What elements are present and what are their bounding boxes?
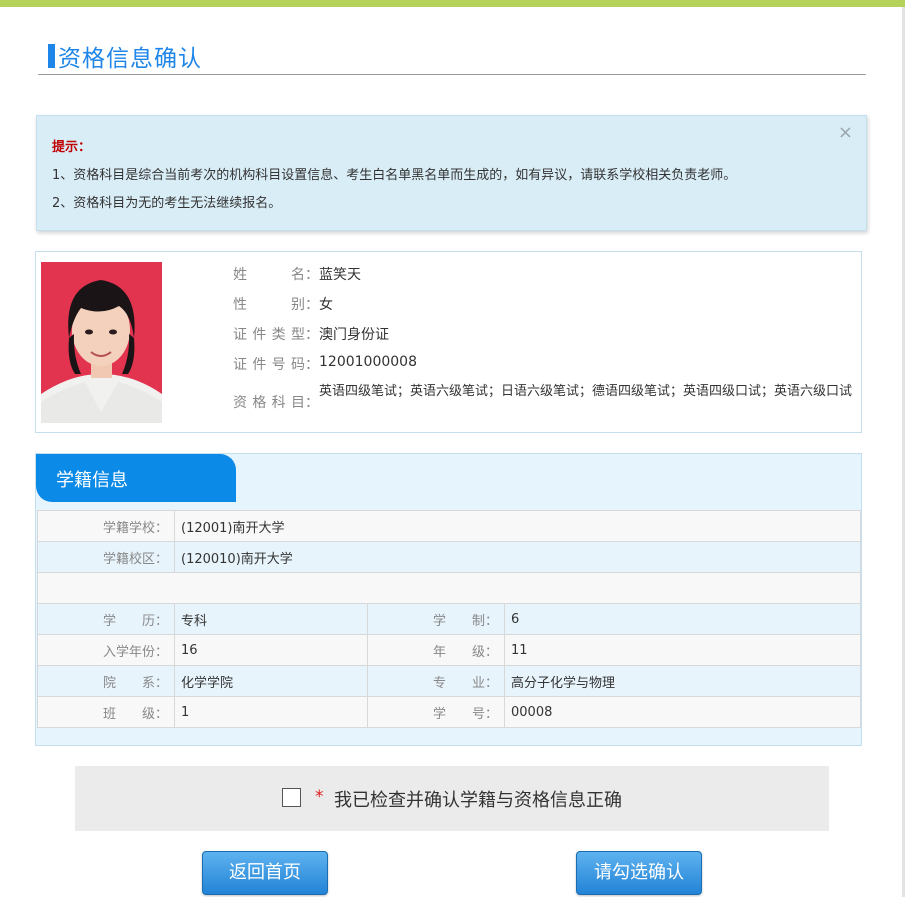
page-header: 资格信息确认 bbox=[38, 36, 866, 75]
department-label: 院 系： bbox=[37, 665, 175, 697]
confirm-button[interactable]: 请勾选确认 bbox=[576, 851, 702, 895]
id-number-label: 证件号码 bbox=[233, 357, 305, 373]
tip-alert: × 提示： 1、资格科目是综合当前考次的机构科目设置信息、考生白名单黑名单而生成… bbox=[36, 115, 867, 231]
portrait-image bbox=[41, 262, 162, 423]
confirm-checkbox[interactable] bbox=[282, 788, 301, 807]
table-row: 学籍学校： (12001)南开大学 bbox=[37, 510, 861, 542]
candidate-info-card: 姓名 ： 蓝笑天 性别 ： 女 证件类型 ： 澳门身份证 证件号码 ： 1200… bbox=[35, 251, 862, 433]
id-type-label: 证件类型 bbox=[233, 327, 305, 343]
gender-label: 性别 bbox=[233, 297, 305, 313]
enroll-year-label: 入学年份： bbox=[37, 634, 175, 666]
page-title: 资格信息确认 bbox=[58, 46, 202, 72]
table-row: 班 级： 1 学 号： 00008 bbox=[37, 696, 861, 728]
id-type-value: 澳门身份证 bbox=[319, 327, 389, 343]
name-value: 蓝笑天 bbox=[319, 267, 361, 283]
candidate-photo bbox=[41, 262, 162, 423]
table-row: 院 系： 化学学院 专 业： 高分子化学与物理 bbox=[37, 665, 861, 697]
table-row-empty bbox=[37, 572, 861, 604]
class-value: 1 bbox=[174, 696, 368, 728]
school-label: 学籍学校： bbox=[37, 510, 175, 542]
class-label: 班 级： bbox=[37, 696, 175, 728]
student-number-value: 00008 bbox=[504, 696, 861, 728]
student-number-label: 学 号： bbox=[367, 696, 505, 728]
tip-line: 2、资格科目为无的考生无法继续报名。 bbox=[52, 196, 282, 211]
duration-label: 学 制： bbox=[367, 603, 505, 635]
title-marker bbox=[48, 44, 55, 68]
school-value: (12001)南开大学 bbox=[174, 510, 861, 542]
top-accent-bar bbox=[0, 0, 905, 7]
id-number-value: 12001000008 bbox=[319, 354, 417, 370]
major-label: 专 业： bbox=[367, 665, 505, 697]
table-row: 入学年份： 16 年 级： 11 bbox=[37, 634, 861, 666]
subjects-value: 英语四级笔试；英语六级笔试；日语六级笔试；德语四级笔试；英语四级口试；英语六级口… bbox=[319, 384, 853, 399]
tip-title: 提示： bbox=[52, 140, 92, 155]
campus-value: (120010)南开大学 bbox=[174, 541, 861, 573]
subjects-label: 资格科目 bbox=[233, 395, 305, 411]
grade-value: 11 bbox=[504, 634, 861, 666]
confirm-text[interactable]: 我已检查并确认学籍与资格信息正确 bbox=[334, 786, 622, 812]
campus-label: 学籍校区： bbox=[37, 541, 175, 573]
duration-value: 6 bbox=[504, 603, 861, 635]
tip-line: 1、资格科目是综合当前考次的机构科目设置信息、考生白名单黑名单而生成的，如有异议… bbox=[52, 168, 737, 183]
education-label: 学 历： bbox=[37, 603, 175, 635]
school-info-panel: 学籍信息 学籍学校： (12001)南开大学 学籍校区： (120010)南开大… bbox=[35, 453, 862, 746]
confirm-section: * 我已检查并确认学籍与资格信息正确 bbox=[75, 766, 829, 831]
department-value: 化学学院 bbox=[174, 665, 368, 697]
grade-label: 年 级： bbox=[367, 634, 505, 666]
enroll-year-value: 16 bbox=[174, 634, 368, 666]
school-info-tab: 学籍信息 bbox=[36, 454, 236, 502]
school-info-tab-label: 学籍信息 bbox=[56, 470, 128, 491]
education-value: 专科 bbox=[174, 603, 368, 635]
table-row: 学籍校区： (120010)南开大学 bbox=[37, 541, 861, 573]
major-value: 高分子化学与物理 bbox=[504, 665, 861, 697]
gender-value: 女 bbox=[319, 297, 333, 313]
table-row: 学 历： 专科 学 制： 6 bbox=[37, 603, 861, 635]
close-icon[interactable]: × bbox=[838, 122, 853, 144]
back-home-button[interactable]: 返回首页 bbox=[202, 851, 328, 895]
required-star: * bbox=[315, 787, 324, 807]
school-info-table: 学籍学校： (12001)南开大学 学籍校区： (120010)南开大学 学 历… bbox=[37, 510, 861, 728]
name-label: 姓名 bbox=[233, 267, 305, 283]
